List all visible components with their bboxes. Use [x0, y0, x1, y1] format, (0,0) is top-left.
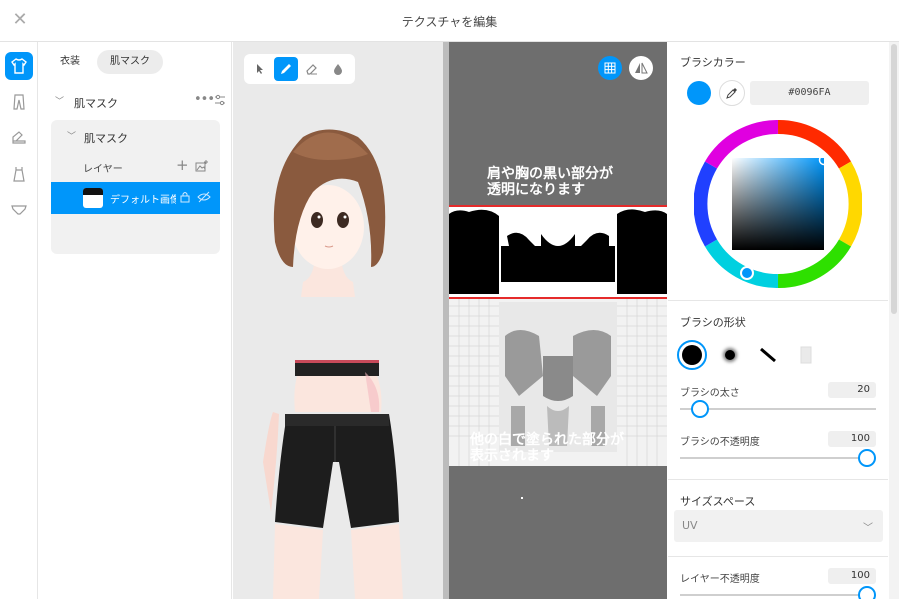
layer-opacity-knob[interactable] — [858, 586, 876, 599]
brush-hard-round[interactable] — [677, 340, 707, 370]
brush-opacity-slider[interactable] — [680, 457, 876, 459]
title-bar: ✕ テクスチャを編集 — [0, 0, 899, 42]
uv-note-visible: 他の白で塗られた部分が 表示されます — [470, 432, 660, 464]
model-viewport[interactable] — [233, 42, 443, 599]
scrollbar-thumb[interactable] — [891, 44, 897, 314]
size-space-select[interactable]: UV ﹀ — [674, 510, 883, 542]
divider — [668, 300, 888, 301]
add-layer-button[interactable]: + — [176, 156, 189, 174]
uv-note-transparent: 肩や胸の黒い部分が 透明になります — [487, 166, 667, 198]
brush-size-knob[interactable] — [691, 400, 709, 418]
avatar-model — [263, 129, 403, 599]
window-title: テクスチャを編集 — [401, 15, 498, 29]
tab-skin-mask[interactable]: 肌マスク — [97, 50, 163, 74]
layer-item-name: デフォルト画像 — [110, 195, 176, 206]
layer-opacity-slider[interactable] — [680, 594, 876, 596]
hex-color-input[interactable]: #0096FA — [750, 81, 869, 105]
brush-settings-panel: ブラシカラー #0096FA ブラシの形状 ブラシの太さ 20 ブラシの不透明度… — [668, 42, 888, 599]
size-space-value: UV — [682, 519, 698, 532]
layer-header-label: レイヤー — [83, 164, 123, 175]
category-tabs: 衣装 肌マスク — [47, 50, 163, 74]
divider — [668, 556, 888, 557]
brush-opacity-knob[interactable] — [858, 449, 876, 467]
layer-panel: 衣装 肌マスク ﹀ 肌マスク ••• ﹀ 肌マスク レイヤー + デフォルト画像 — [39, 42, 232, 599]
brush-opacity-label: ブラシの不透明度 — [680, 437, 760, 448]
shirt-icon[interactable] — [5, 52, 33, 80]
chevron-down-icon: ﹀ — [863, 523, 873, 534]
uv-note-visible-text: 他の白で塗られた部分が 表示されます — [470, 432, 624, 464]
add-image-icon[interactable] — [195, 160, 208, 175]
layer-thumbnail — [83, 188, 103, 208]
shoe-icon[interactable] — [5, 124, 33, 152]
color-wheel[interactable] — [694, 120, 862, 288]
layer-header: レイヤー + — [51, 156, 220, 178]
brush-opacity-value[interactable]: 100 — [828, 431, 876, 447]
brush-texture[interactable] — [791, 340, 821, 370]
brush-shape-title: ブラシの形状 — [680, 316, 746, 329]
category-rail — [0, 42, 38, 599]
layer-opacity-value[interactable]: 100 — [828, 568, 876, 584]
underwear-icon[interactable] — [5, 196, 33, 224]
layer-subgroup-label: 肌マスク — [84, 132, 128, 145]
brush-soft-round[interactable] — [715, 340, 745, 370]
size-space-title: サイズスペース — [680, 495, 756, 508]
more-icon[interactable]: ••• — [194, 92, 215, 107]
layer-group-label: 肌マスク — [74, 97, 118, 110]
brush-size-slider[interactable] — [680, 408, 876, 410]
uv-cursor-dot — [521, 497, 523, 499]
adjust-icon[interactable] — [214, 94, 226, 109]
brush-size-value[interactable]: 20 — [828, 382, 876, 398]
brush-shape-options — [677, 340, 821, 370]
dress-icon[interactable] — [5, 160, 33, 188]
grid-icon[interactable] — [598, 56, 622, 80]
layer-group-box: ﹀ 肌マスク レイヤー + デフォルト画像 — [51, 120, 220, 254]
layer-opacity-label: レイヤー不透明度 — [680, 574, 760, 585]
brush-size-label: ブラシの太さ — [680, 388, 740, 399]
pants-icon[interactable] — [5, 88, 33, 116]
divider — [668, 479, 888, 480]
visibility-off-icon[interactable] — [197, 191, 211, 206]
panel-scrollbar[interactable] — [889, 42, 899, 599]
layer-subgroup-row[interactable]: ﹀ 肌マスク — [51, 126, 220, 148]
uv-note-transparent-text: 肩や胸の黒い部分が 透明になります — [487, 166, 613, 198]
transparent-region-highlight — [449, 205, 667, 299]
layer-item[interactable]: デフォルト画像 — [51, 182, 220, 214]
brush-color-title: ブラシカラー — [680, 56, 746, 69]
tab-costume[interactable]: 衣装 — [47, 50, 93, 74]
lock-icon[interactable] — [179, 191, 191, 206]
color-swatch[interactable] — [687, 81, 711, 105]
uv-texture-panel[interactable]: 肩や胸の黒い部分が 透明になります 他の白で塗られた部分が 表示されます — [449, 42, 667, 599]
eyedropper-icon[interactable] — [719, 80, 745, 106]
layer-group-row[interactable]: ﹀ 肌マスク ••• — [39, 90, 232, 114]
chevron-down-icon[interactable]: ﹀ — [55, 94, 64, 107]
mirror-icon[interactable] — [629, 56, 653, 80]
chevron-down-icon[interactable]: ﹀ — [67, 129, 76, 142]
brush-line[interactable] — [753, 340, 783, 370]
